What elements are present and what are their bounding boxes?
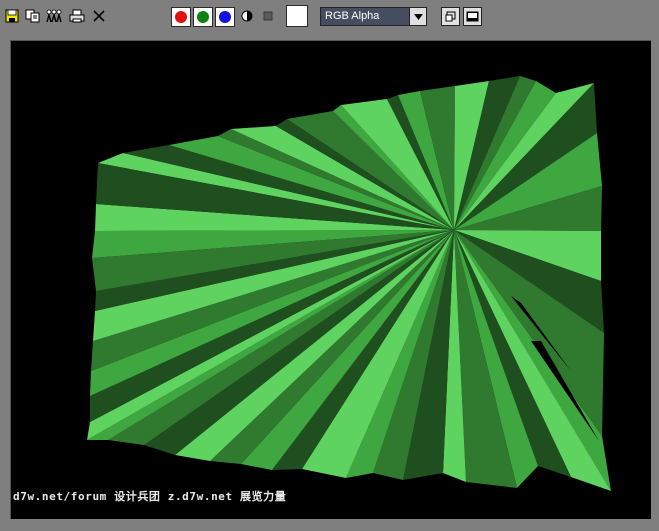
green-channel-dot bbox=[197, 11, 209, 23]
chevron-down-icon[interactable] bbox=[409, 8, 426, 25]
blue-channel-toggle[interactable] bbox=[215, 7, 235, 27]
rendered-folded-fan bbox=[87, 76, 611, 491]
channel-display-select[interactable]: RGB Alpha bbox=[320, 7, 427, 26]
monochrome-icon[interactable] bbox=[238, 7, 256, 25]
blue-channel-dot bbox=[219, 11, 231, 23]
clear-icon[interactable] bbox=[90, 7, 108, 25]
frame-buffer-toolbar: RGB Alpha bbox=[0, 0, 659, 33]
save-image-icon[interactable] bbox=[3, 7, 21, 25]
clone-window-icon[interactable] bbox=[24, 7, 42, 25]
print-icon[interactable] bbox=[68, 7, 86, 25]
track-users-icon[interactable] bbox=[45, 7, 63, 25]
red-channel-toggle[interactable] bbox=[171, 7, 191, 27]
render-viewport: d7w.net/forum 设计兵团 z.d7w.net 展览力量 bbox=[10, 40, 651, 519]
green-channel-toggle[interactable] bbox=[193, 7, 213, 27]
restore-window-icon[interactable] bbox=[441, 7, 460, 26]
color-swatch[interactable] bbox=[286, 5, 308, 27]
display-mode-icon[interactable] bbox=[463, 7, 482, 26]
alpha-channel-icon[interactable] bbox=[259, 7, 277, 25]
watermark-text: d7w.net/forum 设计兵团 z.d7w.net 展览力量 bbox=[13, 490, 287, 503]
red-channel-dot bbox=[175, 11, 187, 23]
channel-display-value: RGB Alpha bbox=[325, 10, 380, 22]
